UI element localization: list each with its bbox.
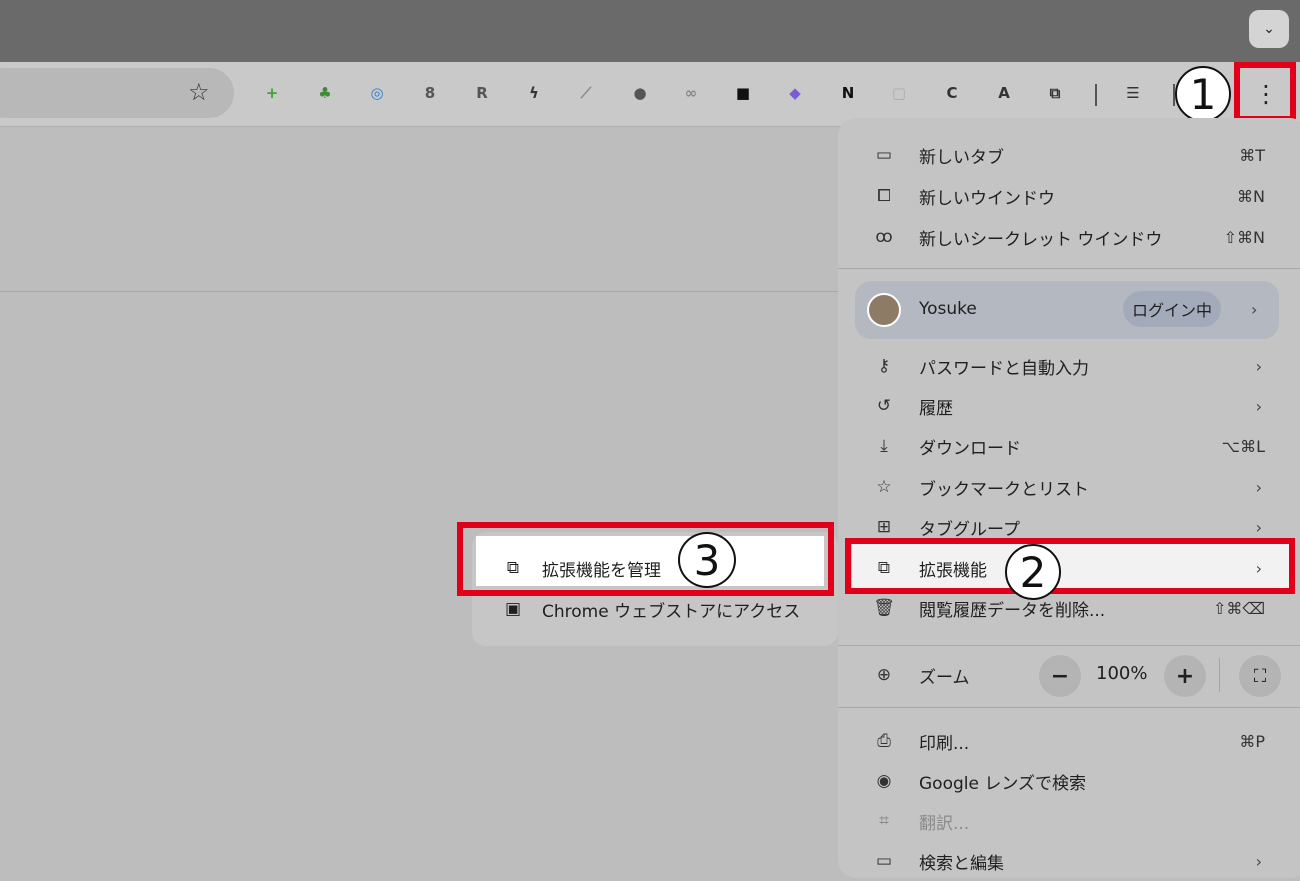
menu-shortcut: ⌘T [1239,145,1265,165]
menu-divider [838,707,1300,708]
toolbar-divider [1095,84,1097,106]
menu-shortcut: ⇧⌘⌫ [1212,598,1265,618]
menu-label: パスワードと自動入力 [919,358,1089,379]
highlight-box-menu [1234,62,1296,122]
menu-divider [838,268,1300,269]
menu-label: タブグループ [919,519,1020,540]
menu-item-bookmarks[interactable]: ☆ ブックマークとリスト › [838,467,1300,507]
zoom-in-button[interactable]: + [1164,655,1206,697]
chevron-right-icon: › [1251,300,1258,319]
tab-search-button[interactable]: ⌄ [1249,10,1289,48]
zoom-divider [1219,658,1220,692]
reading-list-icon[interactable]: ☰ [1120,80,1146,106]
menu-label: 閲覧履歴データを削除... [919,600,1106,621]
profile-row[interactable]: Yosuke ログイン中 › [855,281,1279,339]
menu-item-new-tab[interactable]: ▭ 新しいタブ ⌘T [838,135,1300,175]
menu-label: 新しいウインドウ [919,188,1055,209]
chrome-main-menu: ▭ 新しいタブ ⌘T ⧠ 新しいウインドウ ⌘N ꝏ 新しいシークレット ウイン… [838,118,1300,878]
copy-ext-icon[interactable]: C [939,80,965,106]
highlight-box-manage [457,522,834,596]
chevron-right-icon: › [1255,396,1262,416]
menu-item-find-edit[interactable]: ▭ 検索と編集 › [838,841,1300,881]
menu-item-new-incognito[interactable]: ꝏ 新しいシークレット ウインドウ ⇧⌘N [838,217,1300,257]
highlight-box-extensions [845,538,1295,594]
tab-groups-icon: ⊞ [876,517,892,537]
menu-shortcut: ⌘N [1237,186,1265,206]
menu-label: ダウンロード [919,438,1021,459]
menu-item-passwords[interactable]: ⚷ パスワードと自動入力 › [838,346,1300,386]
find-edit-icon: ▭ [875,851,893,871]
bookmark-star-icon[interactable]: ☆ [188,78,210,106]
menu-label: 履歴 [919,398,953,419]
chevron-down-icon: ⌄ [1263,21,1275,37]
menu-shortcut: ⌥⌘L [1221,436,1265,456]
menu-item-clear-data[interactable]: 🗑 閲覧履歴データを削除... ⇧⌘⌫ [838,588,1300,628]
new-tab-icon: ▭ [875,145,893,165]
star-icon: ☆ [876,477,892,497]
menu-item-downloads[interactable]: ⤓ ダウンロード ⌥⌘L [838,426,1300,466]
menu-label: 印刷... [919,733,970,754]
fullscreen-button[interactable]: ⛶ [1239,655,1281,697]
lens-icon: ◉ [876,771,892,791]
callout-number-2: 2 [1005,544,1061,600]
puzzle-leaf-ext-icon[interactable]: ♣ [312,80,338,106]
menu-item-lens[interactable]: ◉ Google レンズで検索 [838,761,1300,801]
translate-ext-icon[interactable]: A [991,80,1017,106]
trash-icon: 🗑 [873,598,895,618]
download-icon: ⤓ [880,436,888,456]
chevron-right-icon: › [1255,356,1262,376]
bulb-ext-icon[interactable]: ▢ [886,80,912,106]
zoom-out-button[interactable]: − [1039,655,1081,697]
menu-item-translate[interactable]: ⌗ 翻訳... [838,801,1300,841]
menu-item-print[interactable]: ⎙ 印刷... ⌘P [838,721,1300,761]
puzzle-ext-icon[interactable]: ⧉ [1042,80,1068,106]
menu-shortcut: ⌘P [1239,731,1265,751]
menu-label: Google レンズで検索 [919,773,1087,794]
key-icon: ⚷ [877,356,891,376]
zoom-level: 100% [1096,663,1148,684]
menu-item-new-window[interactable]: ⧠ 新しいウインドウ ⌘N [838,176,1300,216]
google-ext-icon[interactable]: 8 [417,80,443,106]
plus-ext-icon[interactable]: + [259,80,285,106]
new-window-icon: ⧠ [877,186,891,206]
history-icon: ↺ [876,396,892,416]
incognito-icon: ꝏ [875,227,893,247]
menu-label: ズーム [919,667,970,688]
menu-shortcut: ⇧⌘N [1223,227,1265,247]
tab-strip: ⌄ [0,0,1300,62]
elephant-ext-icon[interactable]: ● [627,80,653,106]
menu-label: Chrome ウェブストアにアクセス [542,601,801,622]
callout-number-1: 1 [1175,66,1231,122]
menu-label: 新しいタブ [919,147,1004,168]
zoom-icon: ⊕ [876,665,892,685]
content-divider [0,291,840,292]
callout-number-3: 3 [678,532,736,588]
obsidian-ext-icon[interactable]: ◆ [782,80,808,106]
profile-name: Yosuke [919,299,977,319]
menu-label: 翻訳... [919,813,970,834]
tool-ext-icon[interactable]: ⟋ [573,80,599,106]
glasses-ext-icon[interactable]: ■ [730,80,756,106]
status-badge: ログイン中 [1123,291,1221,327]
menu-label: 検索と編集 [919,853,1004,874]
menu-item-history[interactable]: ↺ 履歴 › [838,386,1300,426]
gauge-ext-icon[interactable]: ◎ [364,80,390,106]
menu-divider [838,645,1300,646]
avatar [867,293,901,327]
menu-label: 新しいシークレット ウインドウ [919,229,1163,250]
printer-icon: ⎙ [877,731,891,751]
notion-ext-icon[interactable]: N [835,80,861,106]
chevron-right-icon: › [1255,851,1262,871]
chevron-right-icon: › [1255,477,1262,497]
webstore-icon: ▣ [504,599,522,619]
bolt-ext-icon[interactable]: ϟ [521,80,547,106]
translate-icon: ⌗ [879,811,889,831]
menu-label: ブックマークとリスト [919,479,1089,500]
fullscreen-icon: ⛶ [1253,665,1267,687]
chevron-right-icon: › [1255,517,1262,537]
binoculars-ext-icon[interactable]: ∞ [678,80,704,106]
r-ext-icon[interactable]: R [469,80,495,106]
